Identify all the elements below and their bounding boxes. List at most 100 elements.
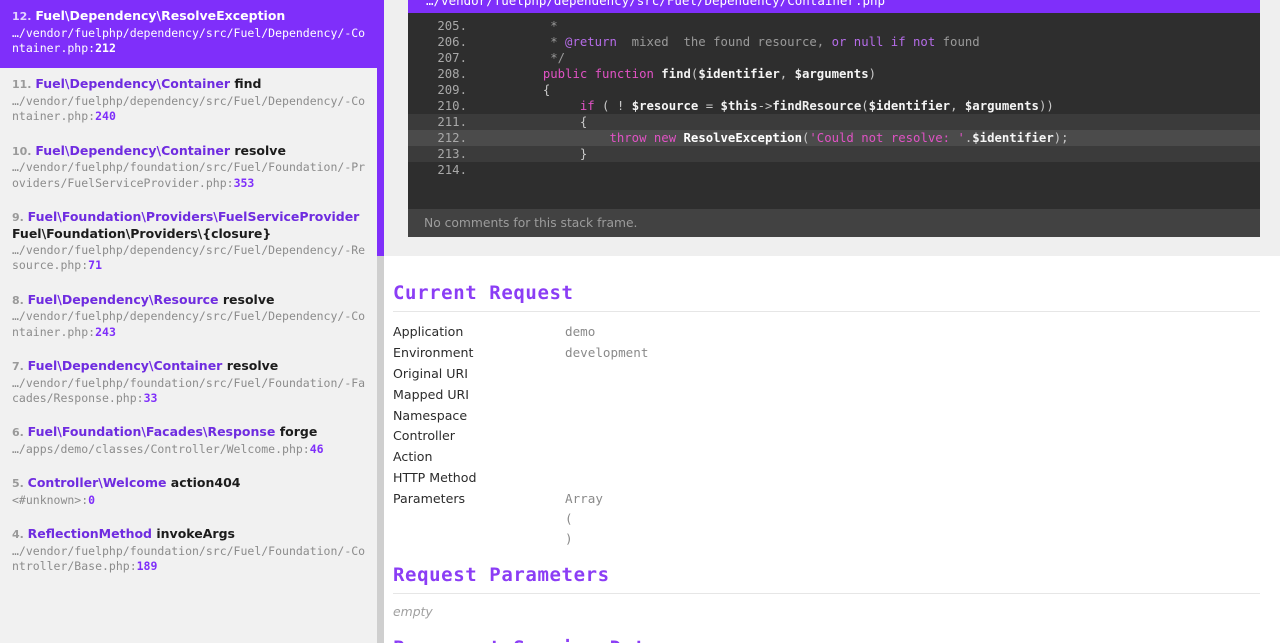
code-token: or null if not bbox=[831, 35, 936, 49]
code-token: if bbox=[579, 99, 595, 113]
stack-frame-list: 12. Fuel\Dependency\ResolveException …/ve… bbox=[0, 0, 384, 585]
stack-frame-header: 10. Fuel\Dependency\Container resolve bbox=[12, 143, 372, 160]
request-info-row: Original URI bbox=[393, 364, 1260, 385]
stack-frame-line-number: 212 bbox=[95, 40, 116, 55]
code-token: $arguments bbox=[964, 99, 1039, 113]
stack-frame-8[interactable]: 8. Fuel\Dependency\Resource resolve …/ven… bbox=[0, 284, 384, 350]
stack-frame-5[interactable]: 5. Controller\Welcome action404 <#unknown… bbox=[0, 467, 384, 518]
stack-frame-11[interactable]: 11. Fuel\Dependency\Container find …/vend… bbox=[0, 68, 384, 134]
code-token: @return bbox=[565, 35, 617, 49]
stack-frame-line-number: 240 bbox=[95, 109, 116, 124]
stack-frame-path: …/vendor/fuelphp/dependency/src/Fuel/Dep… bbox=[12, 309, 366, 339]
stack-frame-class: Fuel\Dependency\ResolveException bbox=[35, 8, 286, 23]
sidebar-scrollbar-thumb[interactable] bbox=[377, 0, 384, 256]
code-file-header: …/vendor/fuelphp/dependency/src/Fuel/Dep… bbox=[408, 0, 1260, 13]
code-line-number: 205. bbox=[437, 19, 467, 33]
stack-frame-number: 8. bbox=[12, 293, 28, 307]
code-line-number: 207. bbox=[437, 51, 467, 65]
stack-frame-6[interactable]: 6. Fuel\Foundation\Facades\Response forg… bbox=[0, 416, 384, 467]
code-token: * bbox=[550, 35, 566, 49]
stack-frame-header: 5. Controller\Welcome action404 bbox=[12, 475, 372, 492]
stack-frame-4[interactable]: 4. ReflectionMethod invokeArgs …/vendor/f… bbox=[0, 518, 384, 584]
request-info-row: HTTP Method bbox=[393, 468, 1260, 489]
stack-frame-path: …/vendor/fuelphp/dependency/src/Fuel/Dep… bbox=[12, 93, 366, 124]
stack-frame-method: action404 bbox=[166, 475, 241, 491]
code-token: } bbox=[579, 147, 588, 161]
stack-frame-method: forge bbox=[275, 424, 318, 440]
code-token: ) bbox=[868, 67, 877, 81]
code-line-content: public function find($identifier, $argum… bbox=[467, 67, 1260, 81]
stack-frame-10[interactable]: 10. Fuel\Dependency\Container resolve …/v… bbox=[0, 135, 384, 201]
stack-frame-7[interactable]: 7. Fuel\Dependency\Container resolve …/ve… bbox=[0, 350, 384, 416]
request-info-row: Parameters Array ( ) bbox=[393, 489, 1260, 550]
permanent-session-data-title: Permanent Session Data bbox=[393, 637, 1260, 643]
stack-frame-path: …/vendor/fuelphp/foundation/src/Fuel/Fou… bbox=[12, 160, 366, 190]
stack-frame-class: Fuel\Dependency\Container bbox=[35, 142, 230, 158]
code-token: public function bbox=[542, 67, 654, 81]
request-info: Current Request Application demo Environme… bbox=[384, 256, 1280, 643]
stack-frame-number: 9. bbox=[12, 210, 28, 224]
stack-frame-12[interactable]: 12. Fuel\Dependency\ResolveException …/ve… bbox=[0, 0, 384, 69]
request-info-key: Parameters bbox=[393, 491, 466, 507]
code-token: $resource bbox=[631, 99, 699, 113]
request-info-value bbox=[565, 406, 1260, 427]
code-line: 208. public function find($identifier, $… bbox=[408, 66, 1260, 82]
code-line-content: if ( ! $resource = $this->findResource($… bbox=[467, 99, 1260, 113]
stack-frame-method: find bbox=[230, 76, 262, 92]
stack-frame-method: resolve bbox=[222, 358, 279, 374]
code-token: throw new bbox=[609, 131, 677, 145]
code-token: ( bbox=[861, 99, 869, 113]
stack-frame-header: 9. Fuel\Foundation\Providers\FuelService… bbox=[12, 209, 372, 226]
request-info-key: Original URI bbox=[393, 365, 468, 381]
stack-frame-number: 5. bbox=[12, 477, 28, 491]
code-line-content: * bbox=[467, 19, 1260, 33]
request-info-row: Action bbox=[393, 447, 1260, 468]
stack-frame-line-number: 71 bbox=[88, 258, 103, 273]
stack-trace-sidebar[interactable]: 12. Fuel\Dependency\ResolveException …/ve… bbox=[0, 0, 384, 643]
code-line-content: { bbox=[467, 115, 1260, 129]
code-token: findResource bbox=[772, 99, 862, 113]
stack-frame-method: resolve bbox=[218, 291, 275, 307]
code-line-number: 206. bbox=[437, 35, 467, 49]
code-line: 210. if ( ! $resource = $this->findResou… bbox=[408, 98, 1260, 114]
stack-frame-line-number: 0 bbox=[88, 492, 96, 507]
stack-frame-line-number: 243 bbox=[95, 324, 116, 339]
request-info-value bbox=[565, 426, 1260, 447]
code-line-number: 208. bbox=[437, 67, 467, 81]
code-viewer-region: …/vendor/fuelphp/dependency/src/Fuel/Dep… bbox=[384, 0, 1280, 256]
code-line-number: 209. bbox=[437, 83, 467, 97]
code-line: 211. { bbox=[408, 114, 1260, 130]
sidebar-scrollbar-track[interactable] bbox=[377, 0, 384, 643]
section-divider bbox=[393, 592, 1260, 594]
stack-frame-class: Fuel\Foundation\Providers\FuelServicePro… bbox=[27, 208, 360, 224]
stack-frame-number: 11. bbox=[12, 78, 36, 92]
stack-frame-subtitle: Fuel\Foundation\Providers\{closure} bbox=[12, 225, 272, 241]
request-info-key: Application bbox=[393, 324, 464, 339]
stack-frame-line-number: 353 bbox=[233, 175, 255, 190]
code-line: 214. bbox=[408, 162, 1260, 178]
request-info-key: Mapped URI bbox=[393, 386, 469, 402]
code-token: = bbox=[698, 99, 721, 113]
request-info-row: Controller bbox=[393, 426, 1260, 447]
stack-frame-line-number: 46 bbox=[309, 441, 324, 456]
code-token: */ bbox=[550, 51, 566, 65]
code-line: 209. { bbox=[408, 82, 1260, 98]
stack-frame-header: 11. Fuel\Dependency\Container find bbox=[12, 76, 372, 93]
code-token: )) bbox=[1038, 99, 1054, 113]
code-token: ( ! bbox=[594, 99, 632, 113]
code-line-number: 211. bbox=[437, 115, 467, 129]
code-token: $identifier bbox=[868, 99, 951, 113]
stack-frame-path: …/vendor/fuelphp/dependency/src/Fuel/Dep… bbox=[12, 25, 366, 55]
stack-frame-path: …/vendor/fuelphp/dependency/src/Fuel/Dep… bbox=[12, 243, 366, 273]
stack-frame-class: Controller\Welcome bbox=[27, 475, 167, 491]
code-lines: 205. * 206. * @return mixed the found res… bbox=[408, 13, 1260, 209]
code-token: $this bbox=[720, 99, 758, 113]
code-token: $identifier bbox=[972, 131, 1054, 145]
code-line-content: } bbox=[467, 147, 1260, 161]
stack-frame-9[interactable]: 9. Fuel\Foundation\Providers\FuelService… bbox=[0, 201, 384, 284]
section-request-parameters: Request Parameters empty bbox=[392, 564, 1260, 623]
